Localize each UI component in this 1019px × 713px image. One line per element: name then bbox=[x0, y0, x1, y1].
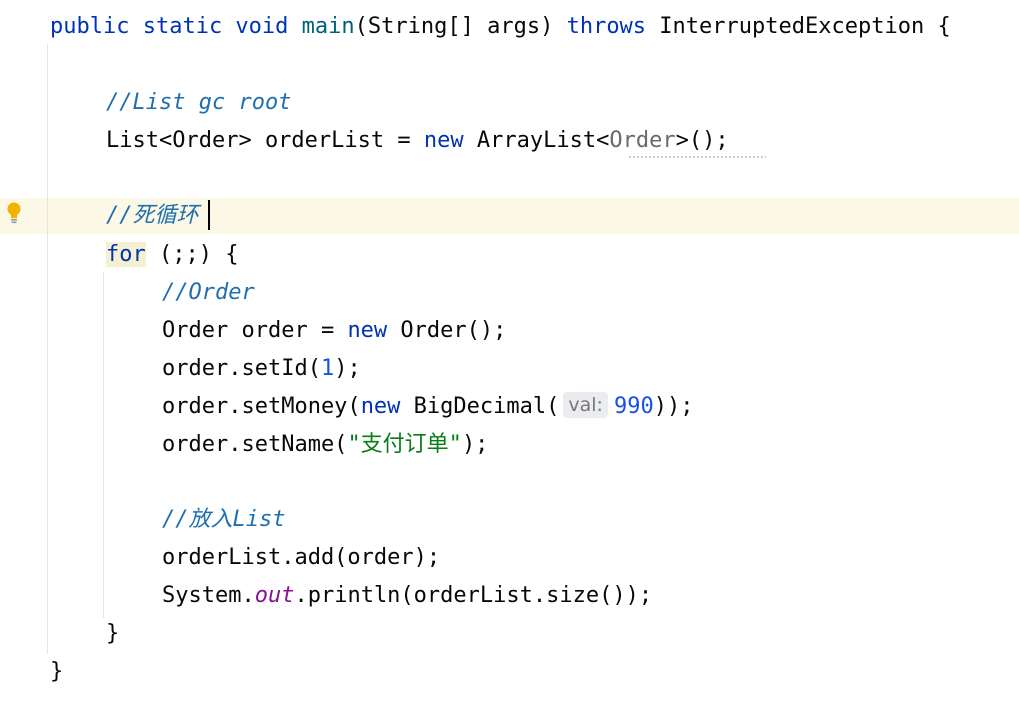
code-line-order-declaration[interactable]: Order order = new Order(); bbox=[162, 314, 506, 348]
list-decl-start: List<Order> orderList = bbox=[106, 128, 424, 153]
closing-brace-main: } bbox=[50, 659, 64, 684]
code-line-comment-order[interactable]: //Order bbox=[162, 276, 255, 310]
main-exception: InterruptedException { bbox=[646, 14, 951, 39]
redundant-generic-order: Order bbox=[609, 128, 676, 153]
number-literal-990: 990 bbox=[613, 394, 654, 419]
keyword-new: new bbox=[423, 128, 464, 153]
system-class: System. bbox=[162, 583, 255, 608]
list-decl-end: >(); bbox=[675, 128, 729, 153]
code-line-comment-loop[interactable]: //死循环 bbox=[106, 199, 199, 233]
string-literal: "支付订单" bbox=[347, 432, 462, 457]
comment-infinite-loop: //死循环 bbox=[106, 203, 199, 228]
code-line-println[interactable]: System.out.println(orderList.size()); bbox=[162, 579, 652, 613]
setname-end: ); bbox=[461, 432, 489, 457]
code-line-main-signature[interactable]: public static void main(String[] args) t… bbox=[50, 10, 951, 44]
code-line-comment-add[interactable]: //放入List bbox=[162, 503, 285, 537]
setid-end: ); bbox=[334, 356, 361, 381]
indent-guide-main bbox=[47, 44, 48, 654]
arraylist-type: ArrayList< bbox=[463, 128, 610, 153]
code-line-set-id[interactable]: order.setId(1); bbox=[162, 352, 361, 386]
setmoney-end: )); bbox=[653, 394, 694, 419]
code-line-set-money[interactable]: order.setMoney(new BigDecimal(val: 990)); bbox=[162, 390, 693, 424]
method-name-main: main bbox=[301, 14, 355, 39]
keyword-for: for bbox=[106, 242, 146, 267]
setmoney-call: order.setMoney( bbox=[162, 394, 361, 419]
order-decl-start: Order order = bbox=[162, 318, 348, 343]
code-line-set-name[interactable]: order.setName("支付订单"); bbox=[162, 428, 488, 462]
indent-guide-for bbox=[103, 272, 104, 618]
add-call: orderList.add(order); bbox=[162, 545, 441, 570]
keyword-throws: throws bbox=[566, 14, 647, 39]
bigdecimal-type: BigDecimal( bbox=[400, 394, 560, 419]
static-field-out: out bbox=[254, 583, 295, 608]
main-params: (String[] args) bbox=[354, 14, 567, 39]
for-header: (;;) { bbox=[145, 242, 239, 267]
comment-list-gc-root: //List gc root bbox=[106, 90, 292, 115]
keyword-new: new bbox=[347, 318, 388, 343]
text-caret bbox=[208, 200, 210, 230]
closing-brace-for: } bbox=[106, 621, 120, 646]
code-line-add[interactable]: orderList.add(order); bbox=[162, 541, 440, 575]
comment-order: //Order bbox=[162, 280, 255, 305]
keywords-public-static-void: public static void bbox=[50, 14, 302, 39]
code-line-for[interactable]: for (;;) { bbox=[106, 238, 238, 272]
setname-call: order.setName( bbox=[162, 432, 348, 457]
redundant-type-warning-underline bbox=[628, 156, 766, 159]
setid-call: order.setId( bbox=[162, 356, 321, 381]
comment-put-into-list: //放入List bbox=[162, 507, 286, 532]
code-line-comment-list-root[interactable]: //List gc root bbox=[106, 86, 291, 120]
code-line-close-for[interactable]: } bbox=[106, 617, 119, 651]
order-decl-end: Order(); bbox=[387, 318, 507, 343]
code-line-list-declaration[interactable]: List<Order> orderList = new ArrayList<Or… bbox=[106, 124, 729, 158]
code-line-close-main[interactable]: } bbox=[50, 655, 63, 689]
keyword-new: new bbox=[360, 394, 401, 419]
code-editor[interactable]: public static void main(String[] args) t… bbox=[0, 0, 1019, 713]
parameter-hint-val: val: bbox=[563, 392, 608, 418]
number-literal-1: 1 bbox=[320, 356, 335, 381]
println-call: .println(orderList.size()); bbox=[294, 583, 653, 608]
lightbulb-icon[interactable] bbox=[5, 201, 23, 225]
